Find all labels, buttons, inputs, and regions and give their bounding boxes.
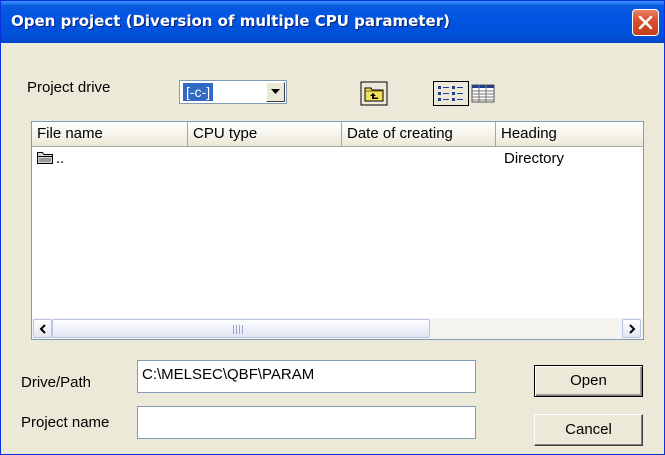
project-name-field[interactable] [137,406,476,439]
file-list[interactable]: File name CPU type Date of creating Head… [31,121,644,340]
window-title: Open project (Diversion of multiple CPU … [11,12,450,30]
open-button[interactable]: Open [534,365,643,397]
open-project-dialog: Open project (Diversion of multiple CPU … [0,0,665,455]
drive-path-label: Drive/Path [21,374,92,391]
cancel-button[interactable]: Cancel [534,414,643,446]
column-cpu-type[interactable]: CPU type [188,122,342,147]
horizontal-scrollbar[interactable] [32,318,643,339]
close-icon [638,15,653,30]
list-item-name: .. [56,150,65,167]
project-drive-value: [-c-] [183,83,214,101]
details-view-icon [471,84,495,103]
close-button[interactable] [632,9,659,36]
project-drive-label: Project drive [27,79,111,96]
project-drive-select[interactable]: [-c-] [179,80,287,104]
list-item-heading: Directory [504,150,565,167]
column-heading[interactable]: Heading [496,122,643,147]
list-view-icon [434,82,468,105]
chevron-left-icon [39,324,46,334]
column-date-of-creating[interactable]: Date of creating [342,122,496,147]
file-list-header: File name CPU type Date of creating Head… [32,122,643,147]
scrollbar-grip [233,325,243,334]
list-view-button[interactable] [433,81,469,106]
scrollbar-thumb[interactable] [52,319,430,338]
details-view-button[interactable] [469,81,499,106]
chevron-right-icon [629,324,636,334]
up-folder-button[interactable] [360,81,388,106]
column-file-name[interactable]: File name [32,122,188,147]
folder-up-icon [360,81,388,106]
list-item[interactable]: .. Directory [32,148,643,170]
chevron-down-icon [271,89,280,94]
folder-icon [37,152,53,164]
project-name-label: Project name [21,414,110,431]
project-drive-dropdown-button[interactable] [266,82,285,102]
scroll-left-button[interactable] [33,319,52,338]
scroll-right-button[interactable] [622,319,641,338]
title-bar[interactable]: Open project (Diversion of multiple CPU … [1,1,664,43]
drive-path-field[interactable]: C:\MELSEC\QBF\PARAM [137,360,476,393]
